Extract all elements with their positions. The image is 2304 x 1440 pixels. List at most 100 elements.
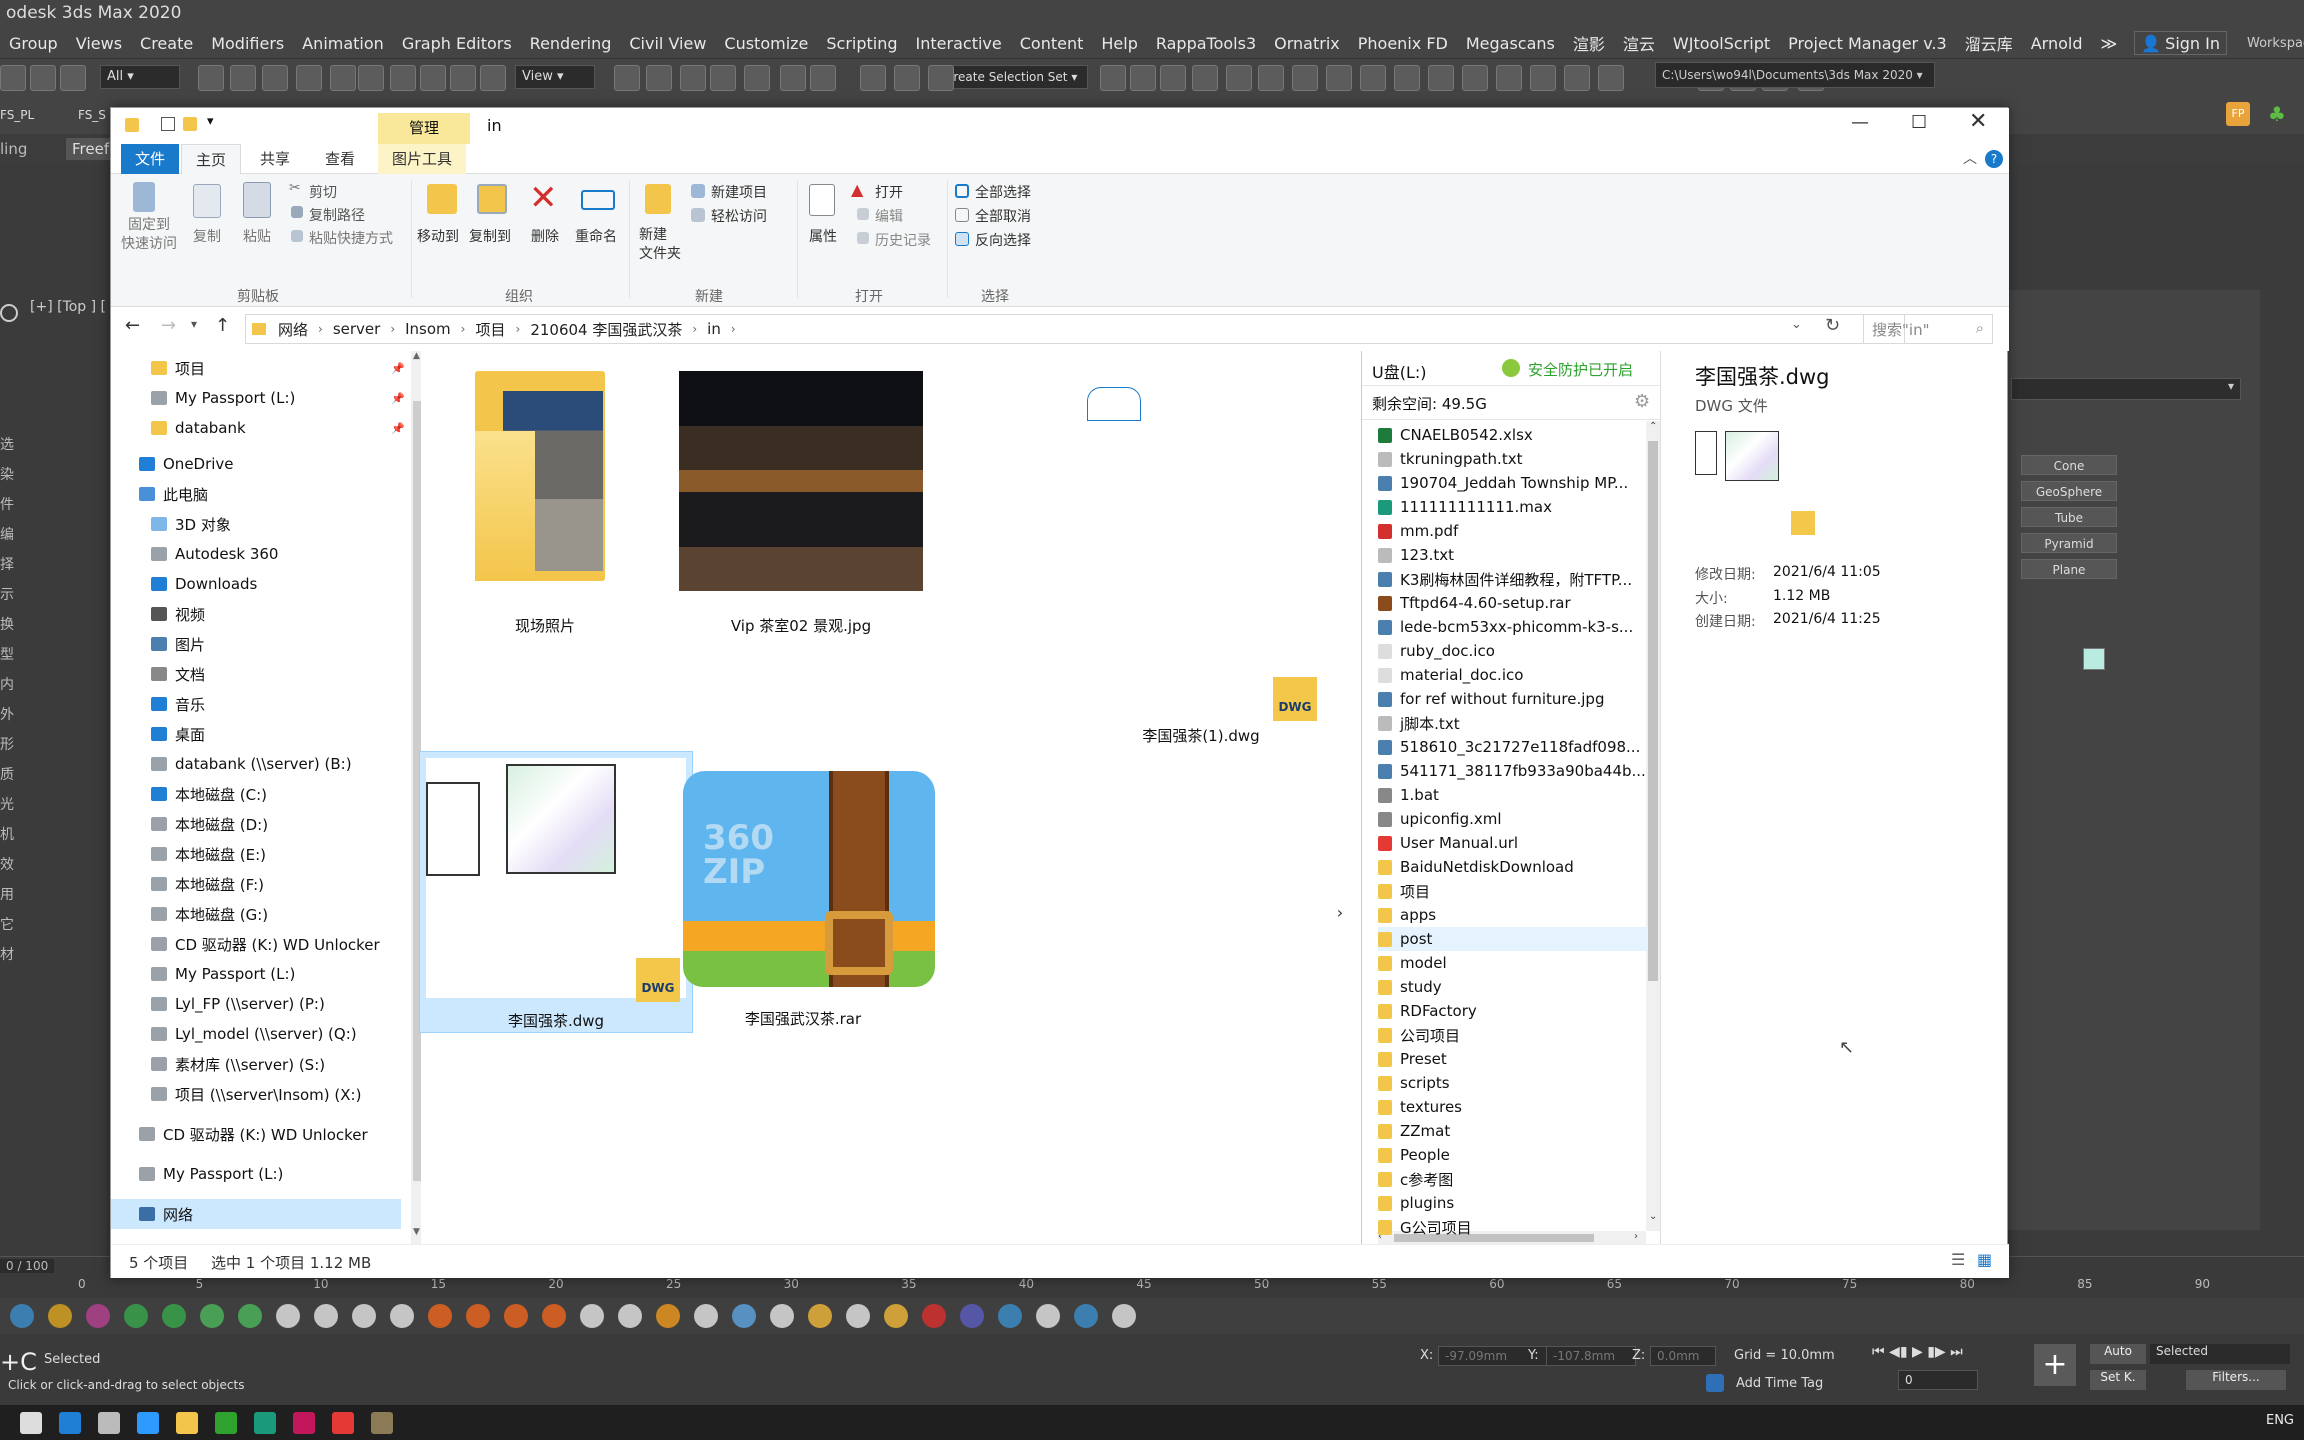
taskbar-app-icon[interactable] xyxy=(371,1412,393,1434)
toolbar-button-icon[interactable] xyxy=(860,65,886,91)
nav-item[interactable]: 文档 xyxy=(111,659,401,689)
object-type-dropdown[interactable]: ▾ xyxy=(2011,378,2241,400)
usb-list-item[interactable]: BaiduNetdiskDownload xyxy=(1378,855,1648,879)
file-tile-selected[interactable]: DWG 李国强茶.dwg xyxy=(419,751,693,1033)
toolbar-button-icon[interactable] xyxy=(30,65,56,91)
menu-item[interactable]: Modifiers xyxy=(202,34,293,53)
nav-item[interactable]: 本地磁盘 (F:) xyxy=(111,869,401,899)
animation-tool-icon[interactable] xyxy=(1036,1304,1060,1328)
maxscript-plus[interactable]: +C xyxy=(0,1348,37,1376)
usb-list-item[interactable]: for ref without furniture.jpg xyxy=(1378,687,1648,711)
nav-item[interactable]: 本地磁盘 (C:) xyxy=(111,779,401,809)
tab-share[interactable]: 共享 xyxy=(246,144,304,174)
menu-item[interactable]: Phoenix FD xyxy=(1349,34,1457,53)
menu-item[interactable]: RappaTools3 xyxy=(1147,34,1265,53)
nav-item[interactable]: 此电脑 xyxy=(111,479,401,509)
menu-item[interactable]: 溜云库 xyxy=(1956,31,2022,55)
nav-item[interactable]: databank 📌 xyxy=(111,413,405,443)
copy-path-button[interactable]: 复制路径 xyxy=(309,205,365,225)
animation-tool-icon[interactable] xyxy=(656,1304,680,1328)
taskbar-app-icon[interactable] xyxy=(293,1412,315,1434)
breadcrumb-chevron-icon[interactable]: › xyxy=(455,322,472,336)
animation-tool-icon[interactable] xyxy=(314,1304,338,1328)
invert-selection-button[interactable]: 反向选择 xyxy=(975,230,1031,250)
menu-item[interactable]: Rendering xyxy=(521,34,621,53)
usb-list-item[interactable]: plugins xyxy=(1378,1191,1648,1215)
menu-item[interactable]: Scripting xyxy=(817,34,906,53)
animation-tool-icon[interactable] xyxy=(960,1304,984,1328)
toolbar-button-icon[interactable] xyxy=(1598,65,1624,91)
open-button[interactable]: 打开 xyxy=(875,182,903,202)
usb-list-item[interactable]: 190704_Jeddah Township MP... xyxy=(1378,471,1648,495)
nav-item[interactable]: 3D 对象 xyxy=(111,509,401,539)
copy-button[interactable]: 复制 xyxy=(193,226,221,246)
toolbar-button-icon[interactable] xyxy=(1496,65,1522,91)
animation-tool-icon[interactable] xyxy=(390,1304,414,1328)
nav-item[interactable]: Downloads xyxy=(111,569,401,599)
toolbar-button-icon[interactable] xyxy=(1100,65,1126,91)
refresh-icon[interactable]: ↻ xyxy=(1825,315,1840,336)
menu-item[interactable]: Content xyxy=(1011,34,1093,53)
toolbar-button-icon[interactable] xyxy=(1130,65,1156,91)
breadcrumb-segment[interactable]: server xyxy=(329,320,384,338)
nav-item[interactable]: 本地磁盘 (D:) xyxy=(111,809,401,839)
nav-item[interactable]: 本地磁盘 (G:) xyxy=(111,899,401,929)
tab-view[interactable]: 查看 xyxy=(311,144,369,174)
close-icon[interactable]: ✕ xyxy=(1969,109,1987,134)
color-swatch[interactable] xyxy=(2083,648,2105,670)
z-coordinate-field[interactable]: 0.0mm xyxy=(1650,1346,1716,1366)
usb-list-item[interactable]: mm.pdf xyxy=(1378,519,1648,543)
scroll-up-icon[interactable]: ▲ xyxy=(413,351,420,361)
rename-button[interactable]: 重命名 xyxy=(575,226,617,246)
nav-item[interactable]: My Passport (L:) xyxy=(111,1159,401,1189)
breadcrumb-segment[interactable]: Insom xyxy=(401,320,455,338)
toolbar-button-icon[interactable] xyxy=(1462,65,1488,91)
toolbar-button-icon[interactable] xyxy=(1258,65,1284,91)
toolbar-button-icon[interactable] xyxy=(262,65,288,91)
taskbar-app-icon[interactable] xyxy=(59,1412,81,1434)
menu-item[interactable]: Views xyxy=(67,34,131,53)
taskbar-app-icon[interactable] xyxy=(20,1412,42,1434)
toolbar-button-icon[interactable] xyxy=(646,65,672,91)
breadcrumb-chevron-icon[interactable]: › xyxy=(312,322,329,336)
scroll-up-icon[interactable]: ⌃ xyxy=(1649,421,1657,432)
delete-button[interactable]: 删除 xyxy=(531,226,559,246)
taskbar-app-icon[interactable] xyxy=(215,1412,237,1434)
primitive-cone-button[interactable]: Cone xyxy=(2021,455,2117,475)
set-key-button[interactable]: Set K. xyxy=(2090,1370,2146,1390)
nav-item[interactable]: CD 驱动器 (K:) WD Unlocker xyxy=(111,1119,401,1149)
recent-dropdown-icon[interactable]: ▾ xyxy=(191,317,197,331)
nav-item[interactable]: 桌面 xyxy=(111,719,401,749)
usb-list-item[interactable]: model xyxy=(1378,951,1648,975)
usb-list-item[interactable]: 项目 xyxy=(1378,879,1648,903)
toolbar-button-icon[interactable] xyxy=(358,65,384,91)
usb-list-item[interactable]: RDFactory xyxy=(1378,999,1648,1023)
toolbar-button-icon[interactable] xyxy=(390,65,416,91)
mode-tab-modeling[interactable]: ling xyxy=(0,140,27,158)
selection-set-dropdown[interactable]: Create Selection Set ▾ xyxy=(938,65,1088,89)
menu-item[interactable]: Help xyxy=(1092,34,1146,53)
breadcrumb-segment[interactable]: in xyxy=(703,320,725,338)
gear-icon[interactable]: ⚙ xyxy=(1634,391,1650,412)
nav-item[interactable]: My Passport (L:) xyxy=(111,959,401,989)
animation-tool-icon[interactable] xyxy=(504,1304,528,1328)
cactus-plugin-icon[interactable]: ♣ xyxy=(2268,102,2292,126)
usb-list-item[interactable]: post xyxy=(1378,927,1648,951)
move-to-button[interactable]: 移动到 xyxy=(417,226,459,246)
time-tag-icon[interactable] xyxy=(1706,1374,1724,1392)
usb-list-item[interactable]: material_doc.ico xyxy=(1378,663,1648,687)
toolbar-button-icon[interactable] xyxy=(230,65,256,91)
quick-access-dropdown-icon[interactable]: ▾ xyxy=(207,114,214,129)
scroll-down-icon[interactable]: ▼ xyxy=(413,1227,420,1237)
menu-item[interactable]: 渲影 xyxy=(1564,31,1614,55)
cut-button[interactable]: 剪切 xyxy=(309,182,337,202)
usb-list-item[interactable]: 111111111111.max xyxy=(1378,495,1648,519)
animation-tool-icon[interactable] xyxy=(694,1304,718,1328)
animation-tool-icon[interactable] xyxy=(48,1304,72,1328)
usb-list-item[interactable]: 123.txt xyxy=(1378,543,1648,567)
large-icons-view-icon[interactable]: ▦ xyxy=(1977,1250,1992,1269)
toolbar-button-icon[interactable] xyxy=(928,65,954,91)
help-icon[interactable]: ? xyxy=(1985,150,2003,168)
usb-list-item[interactable]: scripts xyxy=(1378,1071,1648,1095)
menu-item[interactable]: Civil View xyxy=(620,34,715,53)
